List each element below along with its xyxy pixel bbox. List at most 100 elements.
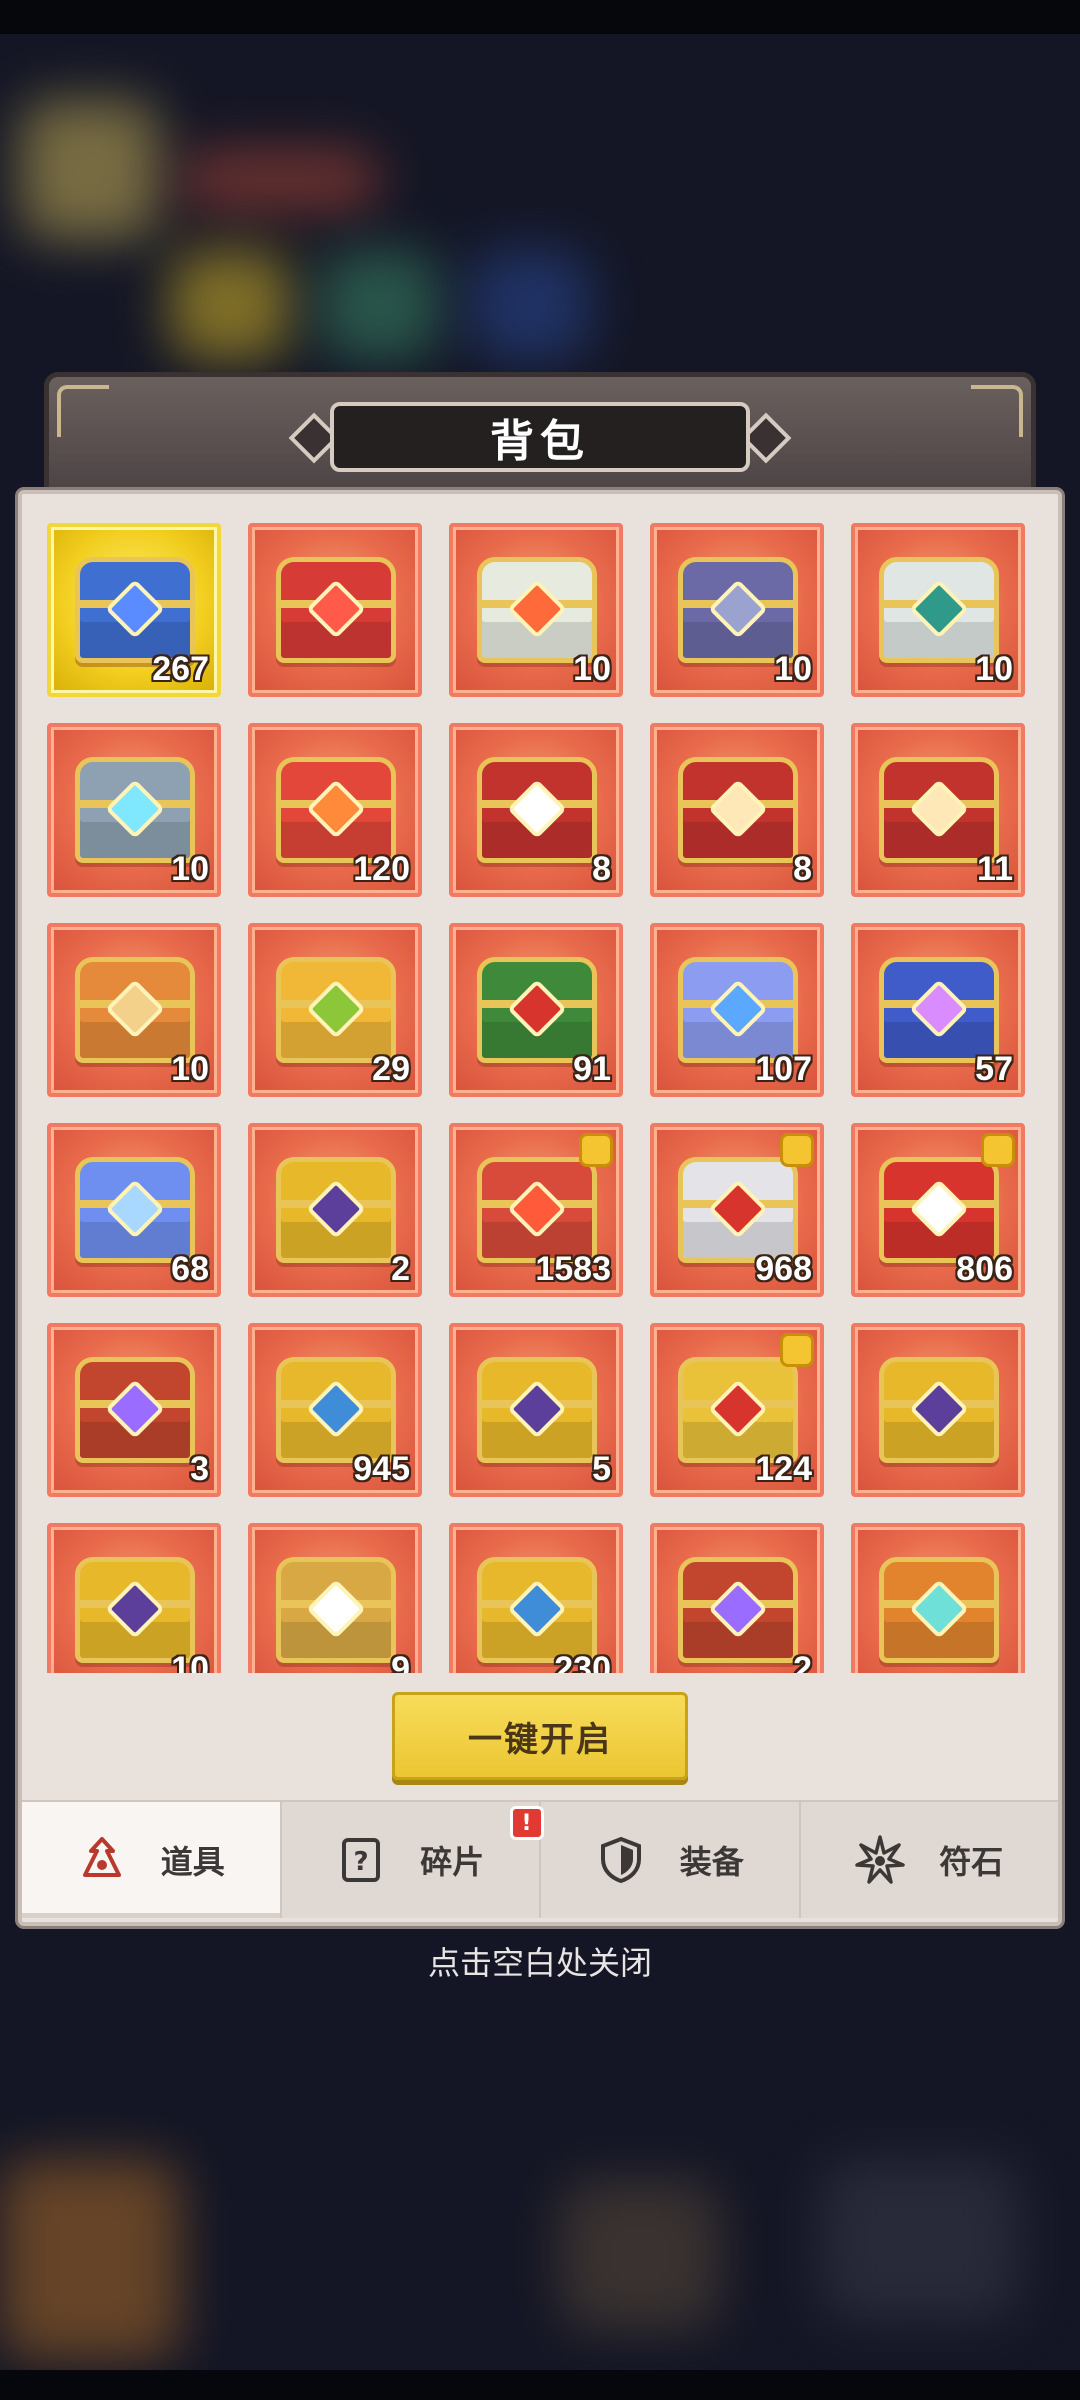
item-count: 8 [793, 850, 812, 888]
chest-icon [477, 757, 597, 863]
chest-icon [276, 1357, 396, 1463]
chest-icon [678, 557, 798, 663]
tab-items[interactable]: 道具 [22, 1802, 282, 1918]
tab-fragments[interactable]: ? 碎片 ! [282, 1802, 544, 1918]
background-blob [820, 2160, 1020, 2320]
item-slot[interactable]: 945 [248, 1323, 422, 1497]
chest-emblem-icon [708, 579, 768, 639]
item-slot[interactable]: 1583 [449, 1123, 623, 1297]
chest-icon [879, 557, 999, 663]
tab-label: 装备 [679, 1843, 744, 1881]
item-slot[interactable] [851, 1523, 1025, 1673]
chest-emblem-icon [708, 1179, 768, 1239]
item-count: 945 [353, 1450, 410, 1488]
chest-emblem-icon [306, 979, 366, 1039]
item-grid-viewport[interactable]: 267 10 10 10 10 120 8 8 11 10 29 91 107 57 68 2 1583 968 8… [30, 505, 1050, 1673]
chest-emblem-icon [909, 1379, 969, 1439]
item-slot[interactable]: 968 [650, 1123, 824, 1297]
chest-emblem-icon [507, 1579, 567, 1639]
open-all-button[interactable]: 一键开启 [392, 1692, 688, 1780]
tab-equipment[interactable]: 装备 [541, 1802, 801, 1918]
item-slot[interactable]: 806 [851, 1123, 1025, 1297]
item-count: 267 [152, 650, 209, 688]
category-tabs: 道具 ? 碎片 ! 装备 符石 [22, 1800, 1058, 1918]
chest-emblem-icon [507, 979, 567, 1039]
chest-icon [879, 1557, 999, 1663]
chest-emblem-icon [105, 979, 165, 1039]
puzzle-piece-icon [981, 1133, 1015, 1167]
item-count: 10 [171, 1050, 209, 1088]
item-slot[interactable]: 10 [449, 523, 623, 697]
item-count: 68 [171, 1250, 209, 1288]
chest-emblem-icon [507, 579, 567, 639]
item-slot[interactable]: 10 [47, 723, 221, 897]
chest-icon [477, 1157, 597, 1263]
item-count: 57 [975, 1050, 1013, 1088]
item-slot[interactable]: 68 [47, 1123, 221, 1297]
item-count: 5 [592, 1450, 611, 1488]
item-slot[interactable]: 9 [248, 1523, 422, 1673]
item-slot[interactable]: 107 [650, 923, 824, 1097]
item-count: 29 [372, 1050, 410, 1088]
chest-icon [276, 1557, 396, 1663]
item-count: 124 [755, 1450, 812, 1488]
item-slot[interactable] [248, 523, 422, 697]
item-slot[interactable]: 2 [248, 1123, 422, 1297]
background-blob [470, 250, 590, 360]
item-slot[interactable]: 10 [47, 1523, 221, 1673]
item-slot[interactable]: 2 [650, 1523, 824, 1673]
chest-icon [75, 957, 195, 1063]
chest-emblem-icon [306, 579, 366, 639]
item-slot[interactable]: 230 [449, 1523, 623, 1673]
chest-icon [879, 757, 999, 863]
page-title: 背包 [330, 402, 750, 472]
item-count: 8 [592, 850, 611, 888]
chest-emblem-icon [105, 1579, 165, 1639]
item-slot[interactable]: 10 [851, 523, 1025, 697]
item-slot[interactable]: 10 [47, 923, 221, 1097]
item-count: 10 [975, 650, 1013, 688]
item-count: 3 [190, 1450, 209, 1488]
chest-emblem-icon [507, 1379, 567, 1439]
chest-emblem-icon [909, 1579, 969, 1639]
shield-icon [596, 1835, 646, 1885]
item-slot[interactable]: 8 [449, 723, 623, 897]
item-slot[interactable] [851, 1323, 1025, 1497]
item-grid: 267 10 10 10 10 120 8 8 11 10 29 91 107 57 68 2 1583 968 8… [30, 505, 1050, 1673]
item-slot[interactable]: 29 [248, 923, 422, 1097]
item-slot[interactable]: 124 [650, 1323, 824, 1497]
item-count: 9 [391, 1650, 410, 1673]
item-slot[interactable]: 57 [851, 923, 1025, 1097]
potion-icon [77, 1835, 127, 1885]
item-slot[interactable]: 120 [248, 723, 422, 897]
item-slot[interactable]: 8 [650, 723, 824, 897]
chest-icon [477, 1357, 597, 1463]
background-blob [170, 250, 290, 360]
chest-icon [75, 1557, 195, 1663]
chest-icon [477, 557, 597, 663]
item-count: 2 [391, 1250, 410, 1288]
item-slot[interactable]: 91 [449, 923, 623, 1097]
item-slot[interactable]: 11 [851, 723, 1025, 897]
chest-emblem-icon [708, 1579, 768, 1639]
item-slot[interactable]: 267 [47, 523, 221, 697]
background-blob [560, 2180, 720, 2330]
item-count: 10 [171, 850, 209, 888]
item-slot[interactable]: 10 [650, 523, 824, 697]
tab-runestones[interactable]: 符石 [801, 1802, 1059, 1918]
tab-label: 道具 [160, 1843, 225, 1881]
chest-icon [276, 557, 396, 663]
item-slot[interactable]: 3 [47, 1323, 221, 1497]
item-count: 1583 [535, 1250, 611, 1288]
background-blob [20, 100, 160, 240]
chest-emblem-icon [306, 1379, 366, 1439]
status-bar [0, 0, 1080, 34]
item-count: 10 [774, 650, 812, 688]
chest-emblem-icon [105, 1179, 165, 1239]
chest-emblem-icon [708, 1379, 768, 1439]
close-hint: 点击空白处关闭 [427, 1944, 652, 1982]
item-slot[interactable]: 5 [449, 1323, 623, 1497]
chest-icon [75, 1357, 195, 1463]
chest-icon [75, 1157, 195, 1263]
svg-text:?: ? [354, 1847, 369, 1877]
